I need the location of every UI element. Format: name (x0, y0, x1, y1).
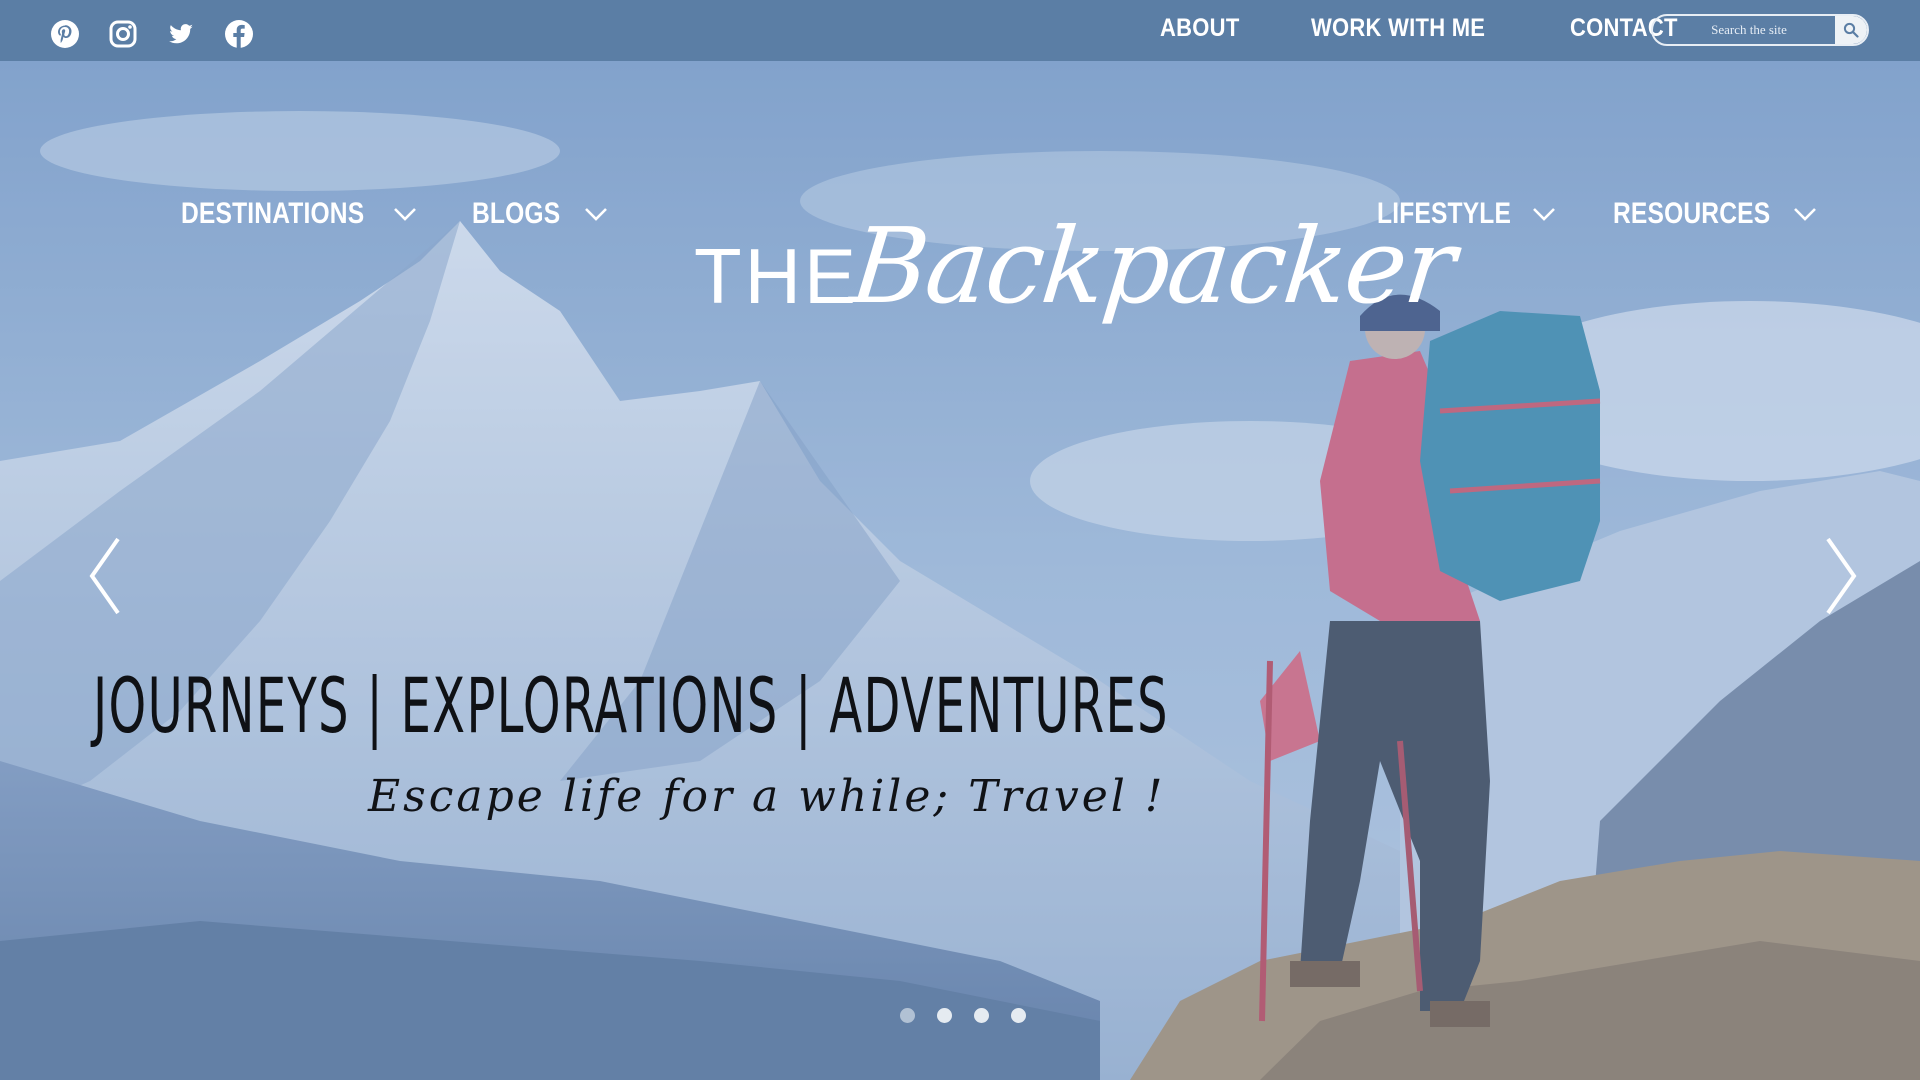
instagram-icon[interactable] (106, 17, 140, 51)
nav-about[interactable]: ABOUT (1160, 14, 1240, 43)
site-logo[interactable]: THE Backpacker (694, 161, 1459, 361)
facebook-icon[interactable] (222, 17, 256, 51)
chevron-down-icon (584, 208, 607, 221)
menu-destinations[interactable]: DESTINATIONS (181, 197, 417, 231)
slider-dots (900, 1008, 1026, 1023)
slider-dot-3[interactable] (974, 1008, 989, 1023)
top-nav: ABOUT WORK WITH ME CONTACT (1160, 14, 1693, 43)
hero-slider: DESTINATIONS BLOGS LIFESTYLE RESOURCES T… (0, 61, 1920, 1080)
slider-dot-2[interactable] (937, 1008, 952, 1023)
menu-blogs-label: BLOGS (472, 197, 561, 230)
hero-subtagline: Escape life for a while; Travel ! (368, 771, 1166, 822)
menu-blogs[interactable]: BLOGS (472, 197, 608, 231)
top-bar: ABOUT WORK WITH ME CONTACT (0, 0, 1920, 61)
search-button[interactable] (1835, 16, 1867, 44)
menu-destinations-label: DESTINATIONS (181, 197, 365, 230)
pinterest-icon[interactable] (48, 17, 82, 51)
page: ABOUT WORK WITH ME CONTACT Search the si… (0, 0, 1920, 1080)
social-links (48, 17, 256, 51)
chevron-down-icon (1533, 208, 1556, 221)
search-input[interactable] (1653, 16, 1835, 44)
twitter-icon[interactable] (164, 17, 198, 51)
chevron-left-icon[interactable] (80, 531, 130, 621)
chevron-down-icon (1793, 208, 1816, 221)
chevron-right-icon[interactable] (1816, 531, 1866, 621)
search-icon (1843, 22, 1859, 38)
logo-the: THE (694, 232, 859, 320)
hero-tagline: JOURNEYS | EXPLORATIONS | ADVENTURES (93, 661, 1169, 750)
logo-name: Backpacker (845, 205, 1460, 327)
menu-resources[interactable]: RESOURCES (1613, 197, 1817, 231)
slider-dot-4[interactable] (1011, 1008, 1026, 1023)
menu-resources-label: RESOURCES (1613, 197, 1771, 230)
slider-dot-1[interactable] (900, 1008, 915, 1023)
search-box (1651, 14, 1869, 46)
nav-work-with-me[interactable]: WORK WITH ME (1311, 14, 1485, 43)
chevron-down-icon (393, 208, 416, 221)
